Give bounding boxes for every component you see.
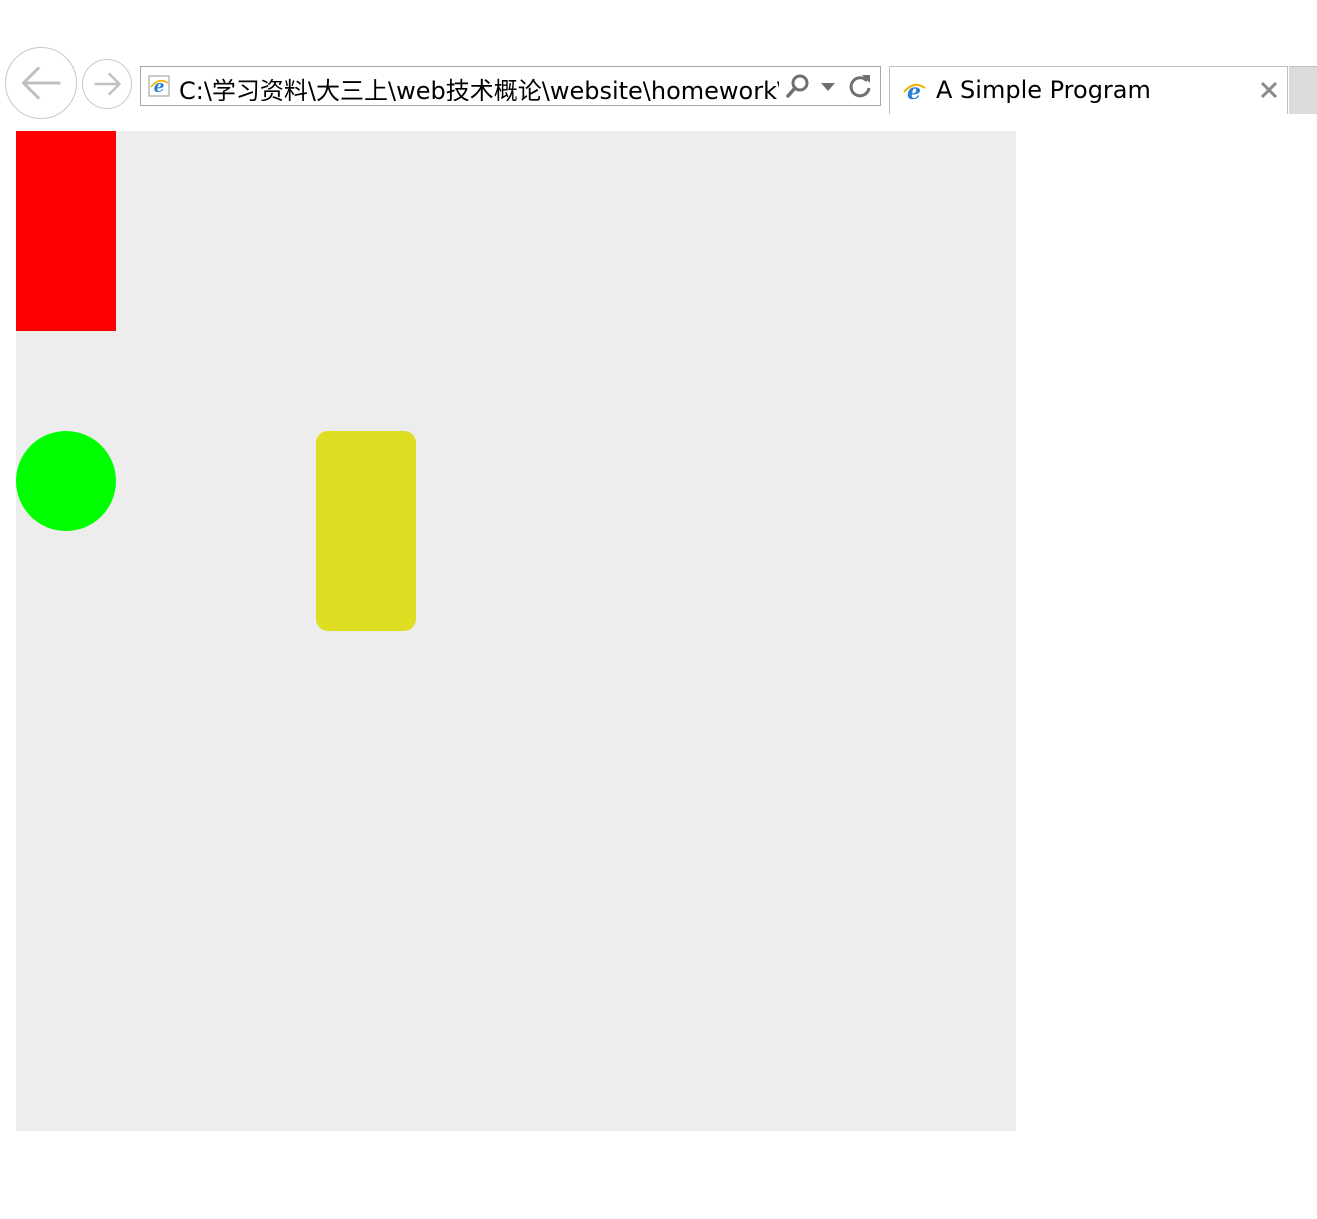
yellow-rounded-rectangle <box>316 431 416 631</box>
new-tab-button[interactable] <box>1289 66 1317 114</box>
back-arrow-icon <box>21 66 61 100</box>
tab-title: A Simple Program <box>936 76 1151 104</box>
forward-button[interactable] <box>82 59 132 109</box>
ie-tab-icon: e <box>903 79 926 103</box>
forward-arrow-icon <box>94 72 122 96</box>
address-input[interactable]: C:\学习资料\大三上\web技术概论\website\homework\ <box>179 71 779 101</box>
address-bar[interactable]: e C:\学习资料\大三上\web技术概论\website\homework\ <box>140 66 881 106</box>
chevron-down-icon[interactable] <box>819 81 837 93</box>
svg-text:e: e <box>154 77 165 97</box>
close-icon[interactable] <box>1258 79 1280 101</box>
red-rectangle <box>16 131 116 331</box>
refresh-icon[interactable] <box>847 73 873 99</box>
tab-a-simple-program[interactable]: e A Simple Program <box>889 66 1288 114</box>
browser-chrome: e C:\学习资料\大三上\web技术概论\website\homework\ … <box>0 0 1317 120</box>
search-icon[interactable] <box>785 73 811 99</box>
ie-page-icon: e <box>148 75 170 97</box>
back-button[interactable] <box>5 47 77 119</box>
green-circle <box>16 431 116 531</box>
svg-text:e: e <box>907 79 921 103</box>
drawing-canvas <box>16 131 1016 1131</box>
